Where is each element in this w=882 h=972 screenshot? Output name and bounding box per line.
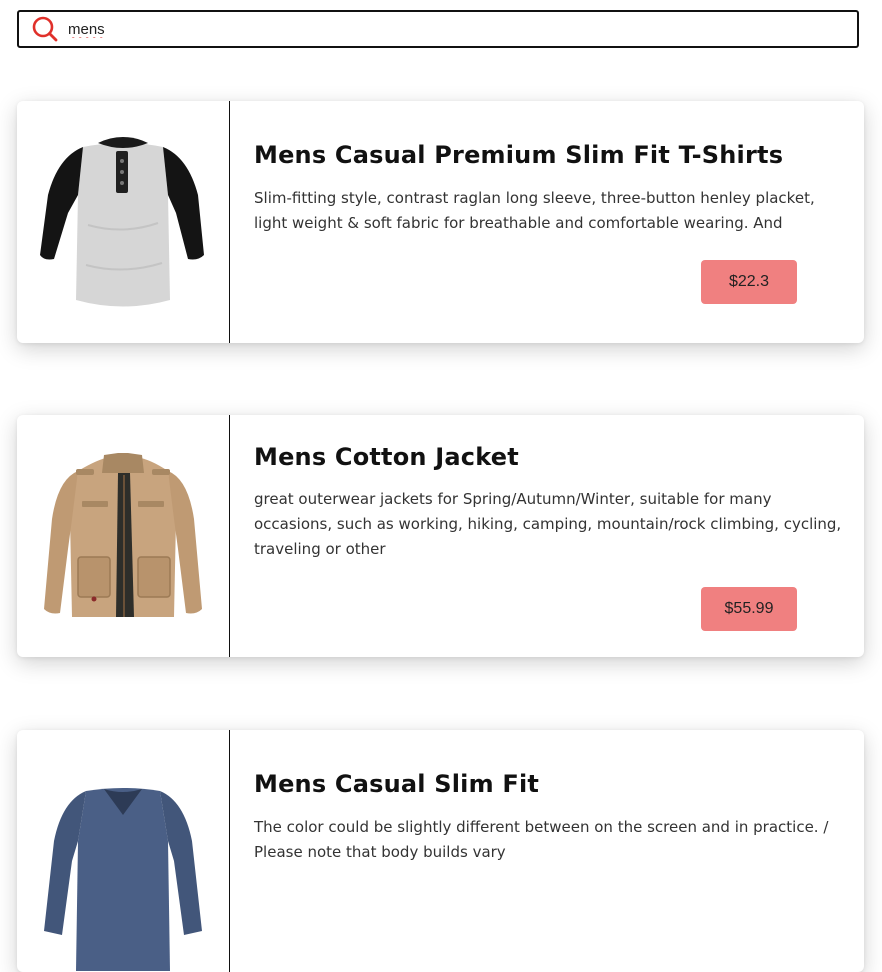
product-title[interactable]: Mens Cotton Jacket [254,443,519,471]
search-input[interactable] [68,20,828,38]
product-image[interactable] [17,101,230,343]
product-image[interactable] [17,730,230,972]
raglan-henley-shirt-image [40,136,204,306]
product-image[interactable] [17,415,230,657]
product-title[interactable]: Mens Casual Premium Slim Fit T-Shirts [254,141,783,169]
khaki-cotton-jacket-image [44,452,202,617]
product-card[interactable]: Mens Casual Premium Slim Fit T-Shirts Sl… [17,101,864,343]
product-info: Mens Cotton Jacket great outerwear jacke… [254,415,844,657]
product-card[interactable]: Mens Casual Slim Fit The color could be … [17,730,864,972]
search-bar [17,10,859,48]
product-description: great outerwear jackets for Spring/Autum… [254,490,842,558]
product-description: The color could be slightly different be… [254,818,829,861]
blue-long-sleeve-shirt-image [44,788,202,971]
product-info: Mens Casual Premium Slim Fit T-Shirts Sl… [254,101,844,343]
price-button[interactable]: $55.99 [701,587,797,631]
product-card[interactable]: Mens Cotton Jacket great outerwear jacke… [17,415,864,657]
product-title[interactable]: Mens Casual Slim Fit [254,770,539,798]
product-info: Mens Casual Slim Fit The color could be … [254,730,844,972]
search-icon[interactable] [31,15,59,43]
price-button[interactable]: $22.3 [701,260,797,304]
product-description: Slim-fitting style, contrast raglan long… [254,189,815,232]
